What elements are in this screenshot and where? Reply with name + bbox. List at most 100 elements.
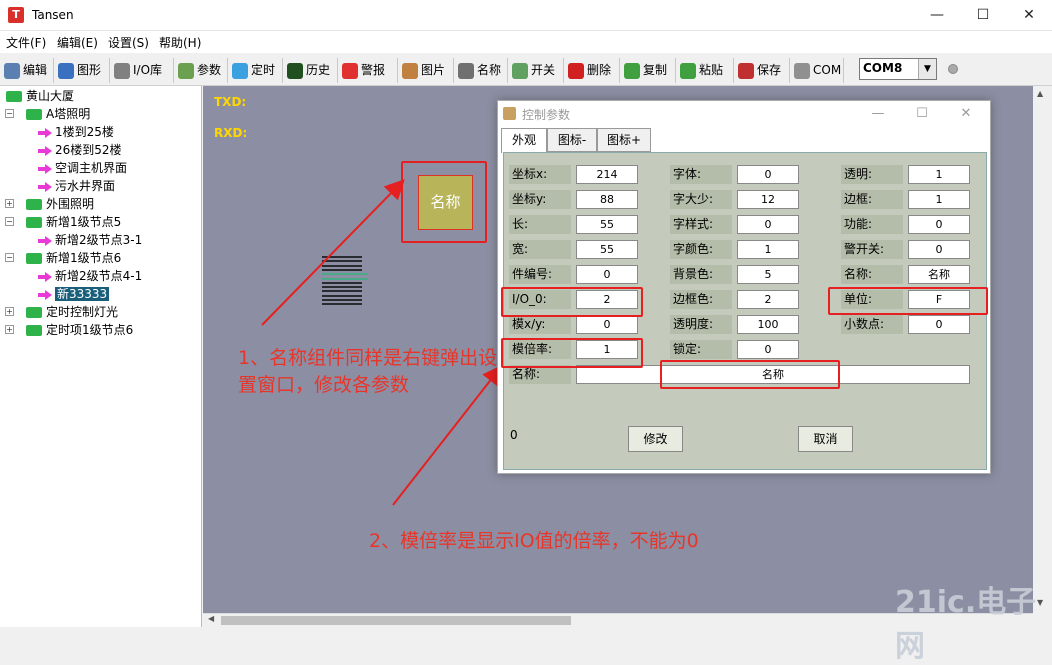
maximize-button[interactable]: ☐ bbox=[960, 0, 1006, 31]
field-label: 宽: bbox=[509, 240, 571, 259]
tab-appearance[interactable]: 外观 bbox=[501, 128, 547, 153]
close-button[interactable]: ✕ bbox=[1006, 0, 1052, 31]
tree-node[interactable]: 1楼到25楼 bbox=[38, 123, 114, 141]
toolbar-paste-button[interactable]: 粘贴 bbox=[678, 58, 734, 83]
field-input[interactable]: 55 bbox=[576, 215, 638, 234]
mini-list-widget[interactable] bbox=[322, 256, 368, 308]
cancel-button[interactable]: 取消 bbox=[798, 426, 853, 452]
field-input[interactable]: 0 bbox=[908, 240, 970, 259]
field-input[interactable]: 名称 bbox=[908, 265, 970, 284]
window-title: Tansen bbox=[32, 8, 74, 22]
field-input[interactable]: 5 bbox=[737, 265, 799, 284]
menu-file[interactable]: 文件(F) bbox=[6, 34, 46, 51]
toolbar-save-button[interactable]: 保存 bbox=[736, 58, 790, 83]
dialog-maximize-button[interactable]: ☐ bbox=[900, 101, 944, 127]
field-input[interactable]: 0 bbox=[908, 315, 970, 334]
scroll-up-icon[interactable]: ▲ bbox=[1037, 89, 1043, 98]
folder-icon bbox=[26, 199, 42, 210]
field-input[interactable]: 12 bbox=[737, 190, 799, 209]
toolbar-name-tool-button[interactable]: 名称 bbox=[456, 58, 508, 83]
tree-node[interactable]: A塔照明 bbox=[26, 105, 90, 123]
tree-expander-icon[interactable]: + bbox=[5, 199, 14, 208]
field-input[interactable]: 0 bbox=[737, 340, 799, 359]
scroll-left-icon[interactable]: ◀ bbox=[208, 614, 214, 623]
status-value: 0 bbox=[510, 428, 518, 442]
field-input[interactable]: 0 bbox=[576, 315, 638, 334]
field-input[interactable]: 2 bbox=[737, 290, 799, 309]
copy-icon bbox=[624, 62, 640, 79]
menu-help[interactable]: 帮助(H) bbox=[159, 34, 201, 51]
tree-node-label: 外围照明 bbox=[46, 197, 95, 211]
minimize-button[interactable]: — bbox=[914, 0, 960, 31]
tree-node[interactable]: 空调主机界面 bbox=[38, 159, 127, 177]
tree-node[interactable]: 新增1级节点6 bbox=[26, 249, 121, 267]
txd-indicator: TXD: bbox=[214, 95, 247, 109]
tree-expander-icon[interactable]: + bbox=[5, 307, 14, 316]
dialog-minimize-button[interactable]: — bbox=[856, 101, 900, 127]
toolbar-picture-button[interactable]: 图片 bbox=[400, 58, 454, 83]
toolbar-label: 名称 bbox=[477, 63, 502, 77]
tree-node[interactable]: 新增2级节点4-1 bbox=[38, 267, 142, 285]
snowflake-icon bbox=[232, 62, 248, 79]
app-icon: T bbox=[8, 7, 24, 23]
dialog-body: 坐标x: 214 坐标y: 88 长: 55 宽: 55 件编号: 0 I/O_0: 2 模x/y: 0 模… bbox=[501, 152, 988, 470]
toolbar-label: 粘贴 bbox=[699, 63, 724, 77]
tree-node[interactable]: 定时项1级节点6 bbox=[26, 321, 133, 339]
toolbar-com-port-button[interactable]: COM bbox=[792, 58, 844, 83]
menu-settings[interactable]: 设置(S) bbox=[108, 34, 149, 51]
tree-expander-icon[interactable]: − bbox=[5, 253, 14, 262]
tree-expander-icon[interactable]: − bbox=[5, 217, 14, 226]
toolbar-monitor-button[interactable]: 历史 bbox=[285, 58, 338, 83]
tree-node[interactable]: 新增1级节点5 bbox=[26, 213, 121, 231]
alarm-icon bbox=[342, 62, 358, 79]
toolbar-gear-button[interactable]: 参数 bbox=[176, 58, 228, 83]
chevron-down-icon[interactable]: ▼ bbox=[918, 59, 936, 79]
tree-node[interactable]: 新增2级节点3-1 bbox=[38, 231, 142, 249]
folder-icon bbox=[26, 217, 42, 228]
toolbar-io-library-button[interactable]: I/O库 bbox=[112, 58, 174, 83]
field-input[interactable]: 0 bbox=[737, 215, 799, 234]
field-input[interactable]: 0 bbox=[908, 215, 970, 234]
tree-node[interactable]: 定时控制灯光 bbox=[26, 303, 118, 321]
field-input[interactable]: 1 bbox=[908, 190, 970, 209]
tree-node-label: 黄山大厦 bbox=[26, 89, 75, 103]
field-input[interactable]: 88 bbox=[576, 190, 638, 209]
dialog-title: 控制参数 bbox=[522, 108, 571, 122]
toolbar-edit-button[interactable]: 编辑 bbox=[2, 58, 54, 83]
toolbar-alarm-button[interactable]: 警报 bbox=[340, 58, 398, 83]
tree-node[interactable]: 新33333 bbox=[38, 285, 110, 303]
tree-expander-icon[interactable]: + bbox=[5, 325, 14, 334]
tree-node[interactable]: 黄山大厦 bbox=[6, 87, 74, 105]
toolbar-snowflake-button[interactable]: 定时 bbox=[230, 58, 283, 83]
field-input[interactable]: 1 bbox=[908, 165, 970, 184]
toolbar-globe-button[interactable]: 图形 bbox=[56, 58, 110, 83]
mini-list-line bbox=[322, 303, 362, 306]
field-input[interactable]: 214 bbox=[576, 165, 638, 184]
mini-list-line bbox=[322, 273, 368, 276]
horizontal-scroll-thumb[interactable] bbox=[221, 616, 571, 625]
toolbar-delete-button[interactable]: 删除 bbox=[566, 58, 620, 83]
field-input[interactable]: 100 bbox=[737, 315, 799, 334]
tab-icon-plus[interactable]: 图标+ bbox=[597, 128, 651, 152]
field-input[interactable]: 55 bbox=[576, 240, 638, 259]
arrow-right-icon bbox=[38, 271, 52, 282]
field-input[interactable]: 0 bbox=[576, 265, 638, 284]
tree-node[interactable]: 污水井界面 bbox=[38, 177, 115, 195]
modify-button[interactable]: 修改 bbox=[628, 426, 683, 452]
field-input[interactable]: 0 bbox=[737, 165, 799, 184]
vertical-scrollbar[interactable]: ▲ ▼ bbox=[1033, 86, 1052, 613]
com-port-select[interactable]: COM8 ▼ bbox=[859, 58, 937, 80]
tree-expander-icon[interactable]: − bbox=[5, 109, 14, 118]
toolbar-copy-button[interactable]: 复制 bbox=[622, 58, 676, 83]
field-input[interactable]: 1 bbox=[737, 240, 799, 259]
io-library-icon bbox=[114, 62, 130, 79]
tree-node[interactable]: 外围照明 bbox=[26, 195, 94, 213]
menu-edit[interactable]: 编辑(E) bbox=[57, 34, 98, 51]
field-label: 长: bbox=[509, 215, 571, 234]
tree-node[interactable]: 26楼到52楼 bbox=[38, 141, 122, 159]
tree-node-label: 新33333 bbox=[55, 287, 110, 301]
tab-icon-minus[interactable]: 图标- bbox=[547, 128, 597, 152]
dialog-close-button[interactable]: ✕ bbox=[944, 101, 988, 127]
mini-list-line bbox=[322, 256, 362, 258]
toolbar-switch-button[interactable]: 开关 bbox=[510, 58, 564, 83]
